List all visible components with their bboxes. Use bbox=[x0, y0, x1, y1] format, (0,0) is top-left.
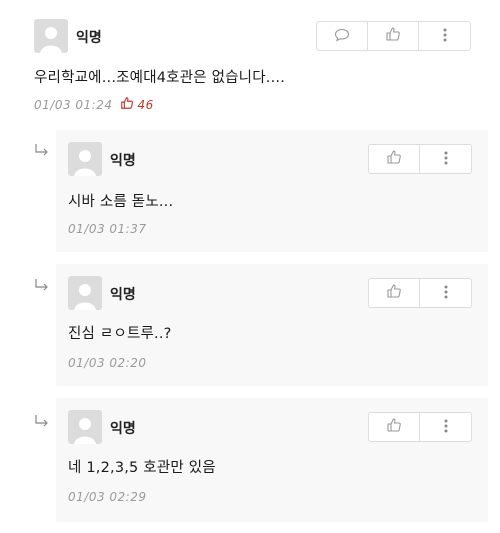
reply-actions bbox=[368, 144, 472, 174]
reply-actions bbox=[368, 412, 472, 442]
thumbs-up-icon bbox=[385, 26, 401, 46]
thumbs-up-icon bbox=[386, 283, 402, 303]
like-button[interactable] bbox=[369, 413, 420, 441]
timestamp: 01/03 01:37 bbox=[68, 222, 147, 236]
more-vertical-icon bbox=[444, 418, 448, 437]
timestamp: 01/03 02:20 bbox=[68, 356, 147, 370]
vote-count: 46 bbox=[120, 96, 153, 113]
timestamp: 01/03 01:24 bbox=[34, 97, 113, 112]
more-vertical-icon bbox=[444, 284, 448, 303]
more-button[interactable] bbox=[420, 279, 471, 307]
reply-actions bbox=[368, 278, 472, 308]
comment-icon bbox=[334, 27, 350, 46]
thumbs-up-icon bbox=[386, 149, 402, 169]
reply-arrow-icon bbox=[34, 413, 50, 432]
reply-arrow-icon bbox=[34, 277, 50, 296]
more-vertical-icon bbox=[443, 27, 447, 46]
author-name: 익명 bbox=[110, 153, 136, 169]
like-button[interactable] bbox=[369, 279, 420, 307]
avatar bbox=[68, 276, 102, 310]
thumbs-up-icon bbox=[120, 96, 137, 113]
reply-meta: 01/03 01:37 bbox=[68, 222, 146, 236]
reply-meta: 01/03 02:29 bbox=[68, 490, 146, 504]
reply: 익명 시바 소름 돋노... 01/03 01:37 bbox=[56, 130, 488, 252]
more-button[interactable] bbox=[420, 413, 471, 441]
avatar bbox=[68, 142, 102, 176]
reply-text: 시바 소름 돋노... bbox=[68, 194, 174, 210]
reply-text: 진심 ㄹㅇ트루..? bbox=[68, 326, 172, 342]
more-button[interactable] bbox=[419, 22, 470, 50]
comment: 익명 우리학교에...조예대4호관은 없습니다.... 01/03 01:24 … bbox=[0, 0, 500, 122]
comment-actions bbox=[316, 21, 471, 51]
reply: 익명 진심 ㄹㅇ트루..? 01/03 02:20 bbox=[56, 264, 488, 386]
comment-meta: 01/03 01:24 46 bbox=[34, 96, 154, 113]
comment-text: 우리학교에...조예대4호관은 없습니다.... bbox=[34, 70, 285, 86]
avatar bbox=[68, 410, 102, 444]
reply-arrow-icon bbox=[34, 142, 50, 161]
thumbs-up-icon bbox=[386, 417, 402, 437]
reply-meta: 01/03 02:20 bbox=[68, 356, 146, 370]
reply-button[interactable] bbox=[317, 22, 368, 50]
avatar bbox=[34, 19, 68, 53]
author-name: 익명 bbox=[110, 287, 136, 303]
reply-text: 네 1,2,3,5 호관만 있음 bbox=[68, 460, 216, 476]
timestamp: 01/03 02:29 bbox=[68, 490, 147, 504]
like-button[interactable] bbox=[369, 145, 420, 173]
reply: 익명 네 1,2,3,5 호관만 있음 01/03 02:29 bbox=[56, 398, 488, 522]
vote-number: 46 bbox=[137, 97, 154, 112]
more-vertical-icon bbox=[444, 150, 448, 169]
more-button[interactable] bbox=[420, 145, 471, 173]
author-name: 익명 bbox=[110, 421, 136, 437]
like-button[interactable] bbox=[368, 22, 419, 50]
author-name: 익명 bbox=[76, 30, 102, 46]
